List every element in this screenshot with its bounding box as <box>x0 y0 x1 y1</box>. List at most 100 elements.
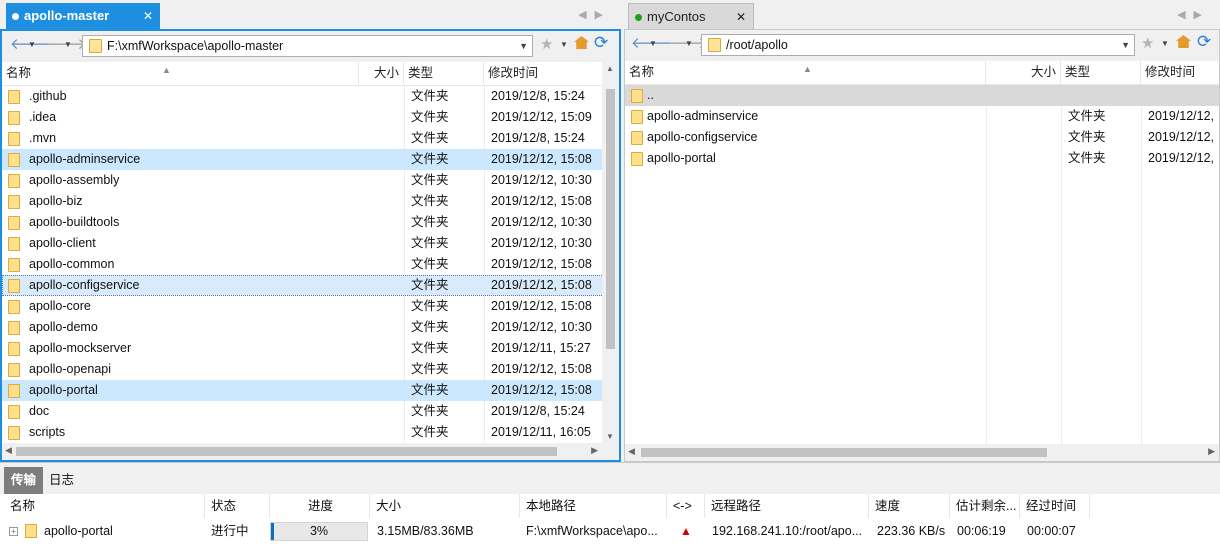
parent-directory-row[interactable]: .. <box>625 85 1219 106</box>
chevron-right-icon[interactable]: ▶ <box>595 9 611 21</box>
column-size[interactable]: 大小 <box>359 62 404 86</box>
file-modified: 2019/12/12, 10:30 <box>491 173 592 187</box>
file-row[interactable]: apollo-openapi 文件夹 2019/12/12, 15:08 <box>2 359 604 380</box>
folder-icon <box>8 384 20 398</box>
tab-remote-label: myContos <box>647 9 706 24</box>
file-type: 文件夹 <box>411 257 449 271</box>
scroll-down-icon[interactable]: ▼ <box>606 432 614 441</box>
bookmark-star-icon[interactable]: ★ <box>540 35 553 55</box>
file-row[interactable]: scripts 文件夹 2019/12/11, 16:05 <box>2 422 604 443</box>
file-row[interactable]: apollo-assembly 文件夹 2019/12/12, 10:30 <box>2 170 604 191</box>
file-type: 文件夹 <box>411 152 449 166</box>
column-type-label: 类型 <box>1065 65 1091 79</box>
column-modified[interactable]: 修改时间 <box>1141 61 1219 85</box>
chevron-down-icon[interactable]: ▼ <box>1161 34 1169 54</box>
file-name: .idea <box>29 110 57 124</box>
file-modified: 2019/12/8, 15:24 <box>491 89 585 103</box>
column-local-path[interactable]: 本地路径 <box>520 494 667 518</box>
tab-scroll-arrows[interactable]: ◀▶ <box>1177 8 1210 21</box>
remote-path-text[interactable]: /root/apollo <box>726 35 788 55</box>
file-row[interactable]: apollo-mockserver 文件夹 2019/12/11, 15:27 <box>2 338 604 359</box>
chevron-right-icon[interactable]: ▶ <box>1194 9 1210 21</box>
refresh-icon[interactable]: ⟳ <box>594 33 608 53</box>
transfer-remaining: 00:06:19 <box>957 524 1006 538</box>
folder-icon <box>8 216 20 230</box>
file-row[interactable]: apollo-biz 文件夹 2019/12/12, 15:08 <box>2 191 604 212</box>
remote-path-box[interactable]: /root/apollo ▼ <box>701 34 1135 56</box>
column-speed[interactable]: 速度 <box>869 494 950 518</box>
scroll-right-icon[interactable]: ▶ <box>1208 446 1215 457</box>
scroll-right-icon[interactable]: ▶ <box>591 445 598 456</box>
column-size[interactable]: 大小 <box>370 494 520 518</box>
home-icon[interactable] <box>574 36 589 49</box>
file-modified: 2019/12/12, 10:30 <box>491 215 592 229</box>
column-status[interactable]: 状态 <box>205 494 270 518</box>
chevron-down-icon[interactable]: ▼ <box>1121 35 1130 55</box>
home-icon[interactable] <box>1176 35 1191 48</box>
column-name[interactable]: 名称 ▲ <box>625 61 986 85</box>
column-name[interactable]: 名称 ▲ <box>2 62 359 86</box>
scroll-thumb[interactable] <box>16 447 557 456</box>
expand-icon[interactable]: + <box>9 527 18 536</box>
file-row[interactable]: .mvn 文件夹 2019/12/8, 15:24 <box>2 128 604 149</box>
chevron-down-icon[interactable]: ▼ <box>685 34 693 54</box>
transfer-row[interactable]: + apollo-portal 进行中 3% 3.15MB/83.36MB F:… <box>0 518 1220 544</box>
file-row[interactable]: apollo-adminservice 文件夹 2019/12/12, 15:08 <box>2 149 604 170</box>
file-row[interactable]: apollo-configservice 文件夹 2019/12/12, <box>625 127 1219 148</box>
column-direction[interactable]: <-> <box>667 494 705 518</box>
chevron-down-icon[interactable]: ▼ <box>560 35 568 55</box>
file-row[interactable]: .idea 文件夹 2019/12/12, 15:09 <box>2 107 604 128</box>
file-modified: 2019/12/11, 16:05 <box>491 425 591 439</box>
chevron-down-icon[interactable]: ▼ <box>519 36 528 56</box>
column-remote-path[interactable]: 远程路径 <box>705 494 869 518</box>
tab-transfers[interactable]: 传输 <box>4 467 44 494</box>
chevron-left-icon[interactable]: ◀ <box>578 9 594 21</box>
file-row[interactable]: .github 文件夹 2019/12/8, 15:24 <box>2 86 604 107</box>
chevron-left-icon[interactable]: ◀ <box>1177 9 1193 21</box>
local-path-box[interactable]: F:\xmfWorkspace\apollo-master ▼ <box>82 35 533 57</box>
folder-icon <box>8 279 20 293</box>
chevron-down-icon[interactable]: ▼ <box>28 35 36 55</box>
column-progress[interactable]: 进度 <box>270 494 370 518</box>
tab-scroll-arrows[interactable]: ◀▶ <box>578 8 611 21</box>
tab-remote[interactable]: myContos ✕ <box>628 3 754 29</box>
scroll-thumb[interactable] <box>606 89 615 349</box>
scroll-thumb[interactable] <box>641 448 1047 457</box>
file-row[interactable]: apollo-portal 文件夹 2019/12/12, 15:08 <box>2 380 604 401</box>
file-row[interactable]: apollo-core 文件夹 2019/12/12, 15:08 <box>2 296 604 317</box>
file-row[interactable]: apollo-demo 文件夹 2019/12/12, 10:30 <box>2 317 604 338</box>
column-name-label: 名称 <box>629 65 655 79</box>
scroll-left-icon[interactable]: ◀ <box>5 445 12 456</box>
file-name: .github <box>29 89 67 103</box>
local-vertical-scrollbar[interactable]: ▲ ▼ <box>602 62 619 443</box>
file-row[interactable]: apollo-common 文件夹 2019/12/12, 15:08 <box>2 254 604 275</box>
refresh-icon[interactable]: ⟳ <box>1197 32 1211 52</box>
local-path-text[interactable]: F:\xmfWorkspace\apollo-master <box>107 36 283 56</box>
remote-horizontal-scrollbar[interactable]: ◀ ▶ <box>625 444 1219 461</box>
close-icon[interactable]: ✕ <box>143 3 153 29</box>
column-status-label: 状态 <box>211 499 237 513</box>
file-row[interactable]: apollo-adminservice 文件夹 2019/12/12, <box>625 106 1219 127</box>
chevron-down-icon[interactable]: ▼ <box>64 35 72 55</box>
column-modified[interactable]: 修改时间 <box>484 62 604 86</box>
column-remaining[interactable]: 估计剩余... <box>950 494 1020 518</box>
file-row[interactable]: apollo-portal 文件夹 2019/12/12, <box>625 148 1219 169</box>
chevron-down-icon[interactable]: ▼ <box>649 34 657 54</box>
folder-icon <box>631 131 643 145</box>
column-type[interactable]: 类型 <box>1061 61 1141 85</box>
column-size[interactable]: 大小 <box>986 61 1061 85</box>
column-type[interactable]: 类型 <box>404 62 484 86</box>
file-row[interactable]: apollo-configservice 文件夹 2019/12/12, 15:08 <box>2 275 604 296</box>
column-elapsed[interactable]: 经过时间 <box>1020 494 1090 518</box>
close-icon[interactable]: ✕ <box>736 4 746 30</box>
scroll-left-icon[interactable]: ◀ <box>628 446 635 457</box>
column-name[interactable]: 名称 <box>4 494 205 518</box>
file-row[interactable]: apollo-buildtools 文件夹 2019/12/12, 10:30 <box>2 212 604 233</box>
tab-log[interactable]: 日志 <box>42 467 81 494</box>
file-row[interactable]: apollo-client 文件夹 2019/12/12, 10:30 <box>2 233 604 254</box>
tab-local[interactable]: apollo-master ✕ <box>6 3 160 29</box>
bookmark-star-icon[interactable]: ★ <box>1141 34 1154 54</box>
file-row[interactable]: doc 文件夹 2019/12/8, 15:24 <box>2 401 604 422</box>
local-horizontal-scrollbar[interactable]: ◀ ▶ <box>2 443 619 460</box>
scroll-up-icon[interactable]: ▲ <box>606 64 614 73</box>
